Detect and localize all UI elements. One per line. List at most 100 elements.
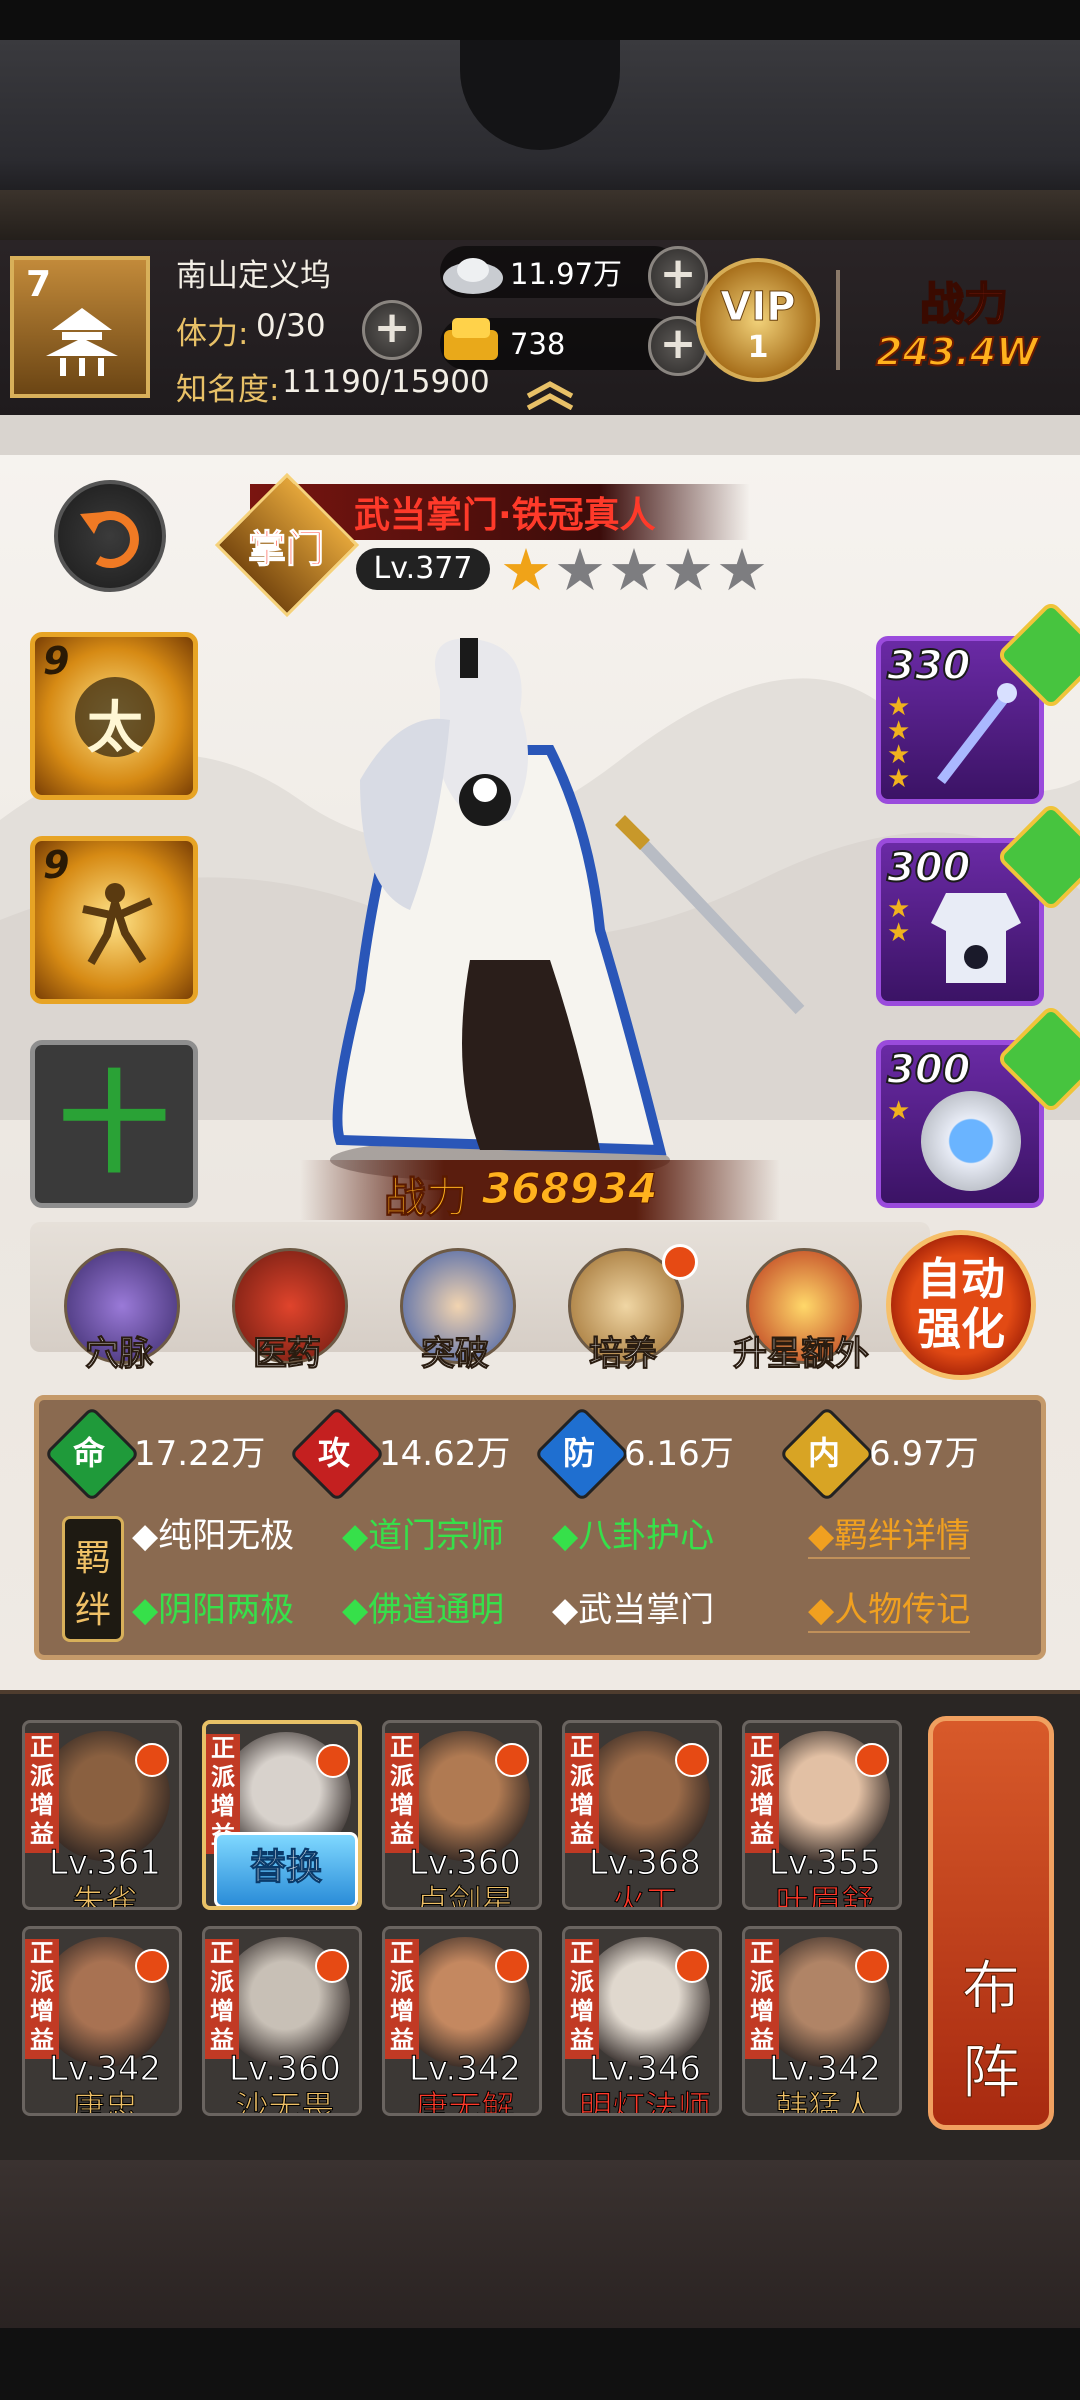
hero-name: 沙无畏: [235, 2088, 335, 2116]
hero-name: 叶眉舒: [775, 1882, 875, 1910]
hero-bio-link[interactable]: ◆人物传记: [808, 1582, 971, 1633]
bottom-decoration: [0, 2160, 1080, 2400]
pagoda-icon: [46, 308, 118, 376]
back-button[interactable]: [54, 480, 166, 592]
formation-line1: 布: [961, 1954, 1020, 2023]
menu-label: 升星额外: [733, 1334, 870, 1375]
menu-label: 培养: [589, 1334, 658, 1375]
star-empty-icon: ★: [716, 536, 768, 604]
roster-hero-card[interactable]: 正派增益 Lv.342 唐忠: [22, 1926, 182, 2116]
roster-hero-card[interactable]: 正派增益替换: [202, 1720, 362, 1910]
roster-hero-card[interactable]: 正派增益 Lv.355 叶眉舒: [742, 1720, 902, 1910]
notification-dot: [135, 1743, 169, 1777]
faction-bonus-tag: 正派增益: [385, 1733, 419, 1853]
expand-header-button[interactable]: [520, 380, 580, 411]
hero-name: 朱雀: [72, 1882, 139, 1910]
bond-item: ◆阴阳两极: [132, 1590, 295, 1630]
faction-bonus-tag: 正派增益: [745, 1939, 779, 2059]
hero-name: 唐忠: [72, 2088, 139, 2116]
bond-label-tag: 羁 绊: [62, 1516, 124, 1642]
auto-enhance-line2: 强化: [917, 1304, 1005, 1355]
hero-rank-text: 掌门: [247, 527, 324, 572]
hero-level: Lv.377: [373, 551, 473, 586]
gold-value: 738: [510, 327, 566, 361]
vip-badge[interactable]: VIP 1: [696, 258, 820, 382]
menu-meridian[interactable]: 穴脉: [54, 1248, 184, 1378]
formation-line2: 阵: [961, 2038, 1020, 2107]
hero-name: 唐无解: [415, 2088, 515, 2116]
menu-train[interactable]: 培养: [558, 1244, 698, 1378]
header-divider: [836, 270, 840, 370]
player-avatar[interactable]: 7: [10, 256, 150, 398]
roster-hero-card[interactable]: 正派增益 Lv.368 火工: [562, 1720, 722, 1910]
fame-value: 11190/15900: [282, 364, 490, 400]
silver-ingot-icon: [443, 258, 503, 294]
notification-dot: [675, 1743, 709, 1777]
skill-slot-2[interactable]: 9: [30, 836, 198, 1004]
roster-hero-card[interactable]: 正派增益 Lv.361 朱雀: [22, 1720, 182, 1910]
star-empty-icon: ★: [662, 536, 714, 604]
hero-star-rating: ★★★★★: [500, 536, 780, 604]
replace-button[interactable]: 替换: [214, 1832, 358, 1906]
notification-dot: [855, 1949, 889, 1983]
bond-item: ◆道门宗师: [342, 1516, 505, 1556]
stat-label: 攻: [317, 1434, 350, 1472]
stats-row: 命 17.22万 攻 14.62万 防 6.16万 内 6.97万: [43, 1405, 1034, 1503]
total-power-label: 战力: [919, 278, 1009, 331]
stamina-label: 体力:: [176, 316, 249, 352]
faction-bonus-tag: 正派增益: [205, 1939, 239, 2059]
notification-dot: [495, 1949, 529, 1983]
menu-star-up[interactable]: 升星额外: [726, 1248, 876, 1378]
stat-value: 6.97万: [869, 1434, 979, 1474]
notification-dot: [495, 1743, 529, 1777]
vip-label: VIP: [720, 284, 796, 331]
stat-label: 命: [72, 1434, 105, 1472]
stat-value: 17.22万: [134, 1434, 266, 1474]
skill-level: 9: [43, 639, 70, 683]
hero-name: 韩猛人: [775, 2088, 875, 2116]
add-silver-button[interactable]: +: [648, 246, 708, 306]
hero-level-pill: Lv.377: [356, 548, 490, 590]
faction-bonus-tag: 正派增益: [25, 1939, 59, 2059]
menu-label: 医药: [253, 1334, 322, 1375]
roster-hero-card[interactable]: 正派增益 Lv.360 沙无畏: [202, 1926, 362, 2116]
stat-item: 防 6.16万: [533, 1405, 784, 1503]
roof-beam: [0, 190, 1080, 240]
roster-hero-card[interactable]: 正派增益 Lv.342 韩猛人: [742, 1926, 902, 2116]
notification-dot: [315, 1949, 349, 1983]
hero-title: 武当掌门·铁冠真人: [354, 495, 656, 536]
back-arrow-icon: [80, 511, 139, 568]
notification-dot: [675, 1949, 709, 1983]
armor-icon: [931, 893, 1021, 983]
notification-dot: [855, 1743, 889, 1777]
chevron-up-icon: [526, 381, 574, 411]
faction-bonus-tag: 正派增益: [385, 1939, 419, 2059]
faction-bonus-tag: 正派增益: [565, 1939, 599, 2059]
hero-portrait: [330, 638, 805, 1182]
gold-ingot-icon: [444, 318, 498, 360]
roster-hero-card[interactable]: 正派增益 Lv.346 明灯法师: [562, 1926, 722, 2116]
roster-hero-card[interactable]: 正派增益 Lv.360 卢剑星: [382, 1720, 542, 1910]
notification-dot: [135, 1949, 169, 1983]
menu-medicine[interactable]: 医药: [222, 1248, 352, 1378]
faction-bonus-tag: 正派增益: [745, 1733, 779, 1853]
roster-hero-card[interactable]: 正派增益 Lv.342 唐无解: [382, 1926, 542, 2116]
menu-breakthrough[interactable]: 突破: [390, 1248, 520, 1378]
stat-value: 14.62万: [379, 1434, 511, 1474]
skill-slot-1[interactable]: 9 太: [30, 632, 198, 800]
faction-bonus-tag: 正派增益: [565, 1733, 599, 1853]
hero-name: 卢剑星: [415, 1882, 515, 1910]
add-skill-icon: 十: [59, 1060, 169, 1188]
add-stamina-button[interactable]: +: [362, 300, 422, 360]
bond-label-line2: 绊: [74, 1590, 111, 1631]
hero-name: 火工: [612, 1882, 679, 1910]
add-skill-slot[interactable]: 十: [30, 1040, 198, 1208]
stat-item: 命 17.22万: [43, 1405, 294, 1503]
auto-enhance-button[interactable]: 自动 强化: [886, 1230, 1036, 1380]
stat-item: 攻 14.62万: [288, 1405, 539, 1503]
martial-art-figure-icon: [82, 883, 153, 965]
bond-details-link[interactable]: ◆羁绊详情: [808, 1508, 971, 1559]
star-empty-icon: ★: [608, 536, 660, 604]
formation-button[interactable]: 布 阵: [928, 1716, 1054, 2130]
equipment-stars: ★ ★ ★ ★: [887, 694, 917, 792]
